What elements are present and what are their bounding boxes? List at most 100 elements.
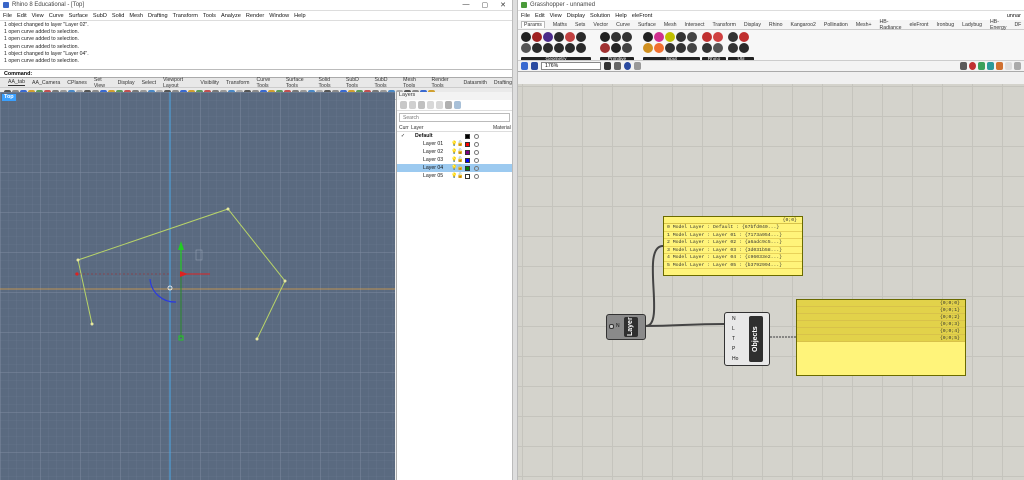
menu-transform[interactable]: Transform [173, 13, 198, 19]
filter-icon[interactable] [445, 101, 452, 109]
zoom-extents-icon[interactable] [604, 62, 611, 70]
gh-tab[interactable]: Ladybug [962, 22, 982, 28]
new-sublayer-icon[interactable] [409, 101, 416, 109]
toolbar-tab[interactable]: AA_tab [8, 79, 26, 86]
component-icon[interactable] [676, 43, 686, 53]
toolbar-tab[interactable]: Display [118, 80, 135, 86]
layer-row[interactable]: Layer 04 💡 🔓 [397, 164, 512, 172]
menu-help[interactable]: Help [294, 13, 306, 19]
menu-mesh[interactable]: Mesh [129, 13, 143, 19]
input-port-t[interactable]: T [732, 336, 735, 342]
gh-tab[interactable]: Display [744, 22, 761, 28]
component-icon[interactable] [554, 32, 564, 42]
layer-name[interactable]: Layer 01 [409, 141, 451, 147]
save-file-icon[interactable] [531, 62, 538, 70]
preview-eye-icon[interactable] [624, 62, 631, 70]
layer-color-swatch[interactable] [465, 133, 470, 139]
component-icon[interactable] [521, 32, 531, 42]
menu-tools[interactable]: Tools [203, 13, 216, 19]
layer-row[interactable]: Layer 05 💡 🔓 [397, 172, 512, 180]
lock-icon[interactable]: 🔓 [457, 141, 463, 147]
component-icon[interactable] [643, 43, 653, 53]
toolbar-tab[interactable]: Mesh Tools [403, 77, 424, 89]
objects-output-panel[interactable]: {0;0;0} {0;0;1} {0;0;2} {0;0;3} {0;0;4} … [796, 299, 966, 376]
gh-menu-view[interactable]: View [550, 13, 562, 19]
component-icon[interactable] [521, 43, 531, 53]
material-icon[interactable] [474, 165, 479, 171]
menu-solid[interactable]: Solid [112, 13, 124, 19]
component-icon[interactable] [532, 32, 542, 42]
gh-tab[interactable]: Curve [616, 22, 630, 28]
preview-mode-icon[interactable] [634, 62, 641, 70]
gh-menu-edit[interactable]: Edit [535, 13, 545, 19]
canvas-mode-icon[interactable] [1005, 62, 1012, 70]
component-icon[interactable] [739, 32, 749, 42]
layer-color-swatch[interactable] [465, 165, 470, 171]
layer-color-swatch[interactable] [465, 141, 470, 147]
lock-icon[interactable]: 🔓 [457, 173, 463, 179]
layer-component[interactable]: N Layer [606, 314, 646, 340]
gh-tab[interactable]: Sets [575, 22, 585, 28]
toolbar-tab[interactable]: AA_Camera [32, 80, 60, 86]
layer-row[interactable]: ✓ Default [397, 132, 512, 140]
gh-tab[interactable]: HB-Radiance [880, 19, 902, 31]
toolbar-tab[interactable]: Select [142, 80, 156, 86]
toolbar-tab[interactable]: SubD Tools [346, 77, 368, 89]
gh-tab[interactable]: Surface [638, 22, 656, 28]
toolbar-tab[interactable]: Set View [94, 77, 111, 89]
open-file-icon[interactable] [521, 62, 528, 70]
component-icon[interactable] [554, 43, 564, 53]
component-icon[interactable] [576, 32, 586, 42]
input-port-ho[interactable]: Ho [732, 356, 738, 362]
component-icon[interactable] [600, 32, 610, 42]
close-button[interactable]: ✕ [500, 1, 506, 9]
mesh-settings-icon[interactable] [987, 62, 994, 70]
menu-subd[interactable]: SubD [93, 13, 107, 19]
gh-tab[interactable]: Transform [712, 22, 735, 28]
component-icon[interactable] [611, 43, 621, 53]
component-icon[interactable] [665, 43, 675, 53]
component-icon[interactable] [687, 32, 697, 42]
lock-icon[interactable]: 🔓 [457, 149, 463, 155]
component-icon[interactable] [665, 32, 675, 42]
input-port-p[interactable]: P [732, 346, 735, 352]
document-preview-icon[interactable] [996, 62, 1003, 70]
sketch-icon[interactable] [614, 62, 621, 70]
input-port-n[interactable]: N [732, 316, 736, 322]
toolbar-tab[interactable]: Render Tools [432, 77, 457, 89]
component-icon[interactable] [702, 43, 712, 53]
component-icon[interactable] [676, 32, 686, 42]
gh-tab[interactable]: Intersect [685, 22, 705, 28]
material-icon[interactable] [474, 173, 479, 179]
component-icon[interactable] [713, 43, 723, 53]
wireframe-preview-icon[interactable] [960, 62, 967, 70]
gh-menu-display[interactable]: Display [567, 13, 585, 19]
gh-tab[interactable]: Mesh [664, 22, 677, 28]
canvas-options-icon[interactable] [1014, 62, 1021, 70]
viewport-canvas[interactable] [0, 92, 395, 480]
menu-render[interactable]: Render [246, 13, 264, 19]
material-icon[interactable] [474, 133, 479, 139]
objects-component[interactable]: N L T P Ho Objects [724, 312, 770, 366]
menu-file[interactable]: File [3, 13, 12, 19]
layers-search-input[interactable]: Search [399, 113, 510, 122]
layer-output-port[interactable]: N [616, 323, 620, 329]
material-icon[interactable] [474, 157, 479, 163]
menu-surface[interactable]: Surface [69, 13, 88, 19]
toolbar-tab[interactable]: Transform [226, 80, 249, 86]
gh-tab[interactable]: Maths [553, 22, 567, 28]
shaded-preview-icon[interactable] [969, 62, 976, 70]
gh-menu-elefront[interactable]: eleFront [632, 13, 653, 19]
gh-tab[interactable]: Pollination [824, 22, 848, 28]
layer-row[interactable]: Layer 01 💡 🔓 [397, 140, 512, 148]
layer-name[interactable]: Layer 04 [409, 165, 451, 171]
new-layer-icon[interactable] [400, 101, 407, 109]
selected-preview-icon[interactable] [978, 62, 985, 70]
toolbar-tab[interactable]: SubD Tools [375, 77, 397, 89]
gh-tab[interactable]: eleFront [909, 22, 928, 28]
toolbar-tab[interactable]: Visibility [200, 80, 219, 86]
menu-window[interactable]: Window [269, 13, 289, 19]
component-icon[interactable] [611, 32, 621, 42]
component-icon[interactable] [576, 43, 586, 53]
gh-menu-file[interactable]: File [521, 13, 530, 19]
